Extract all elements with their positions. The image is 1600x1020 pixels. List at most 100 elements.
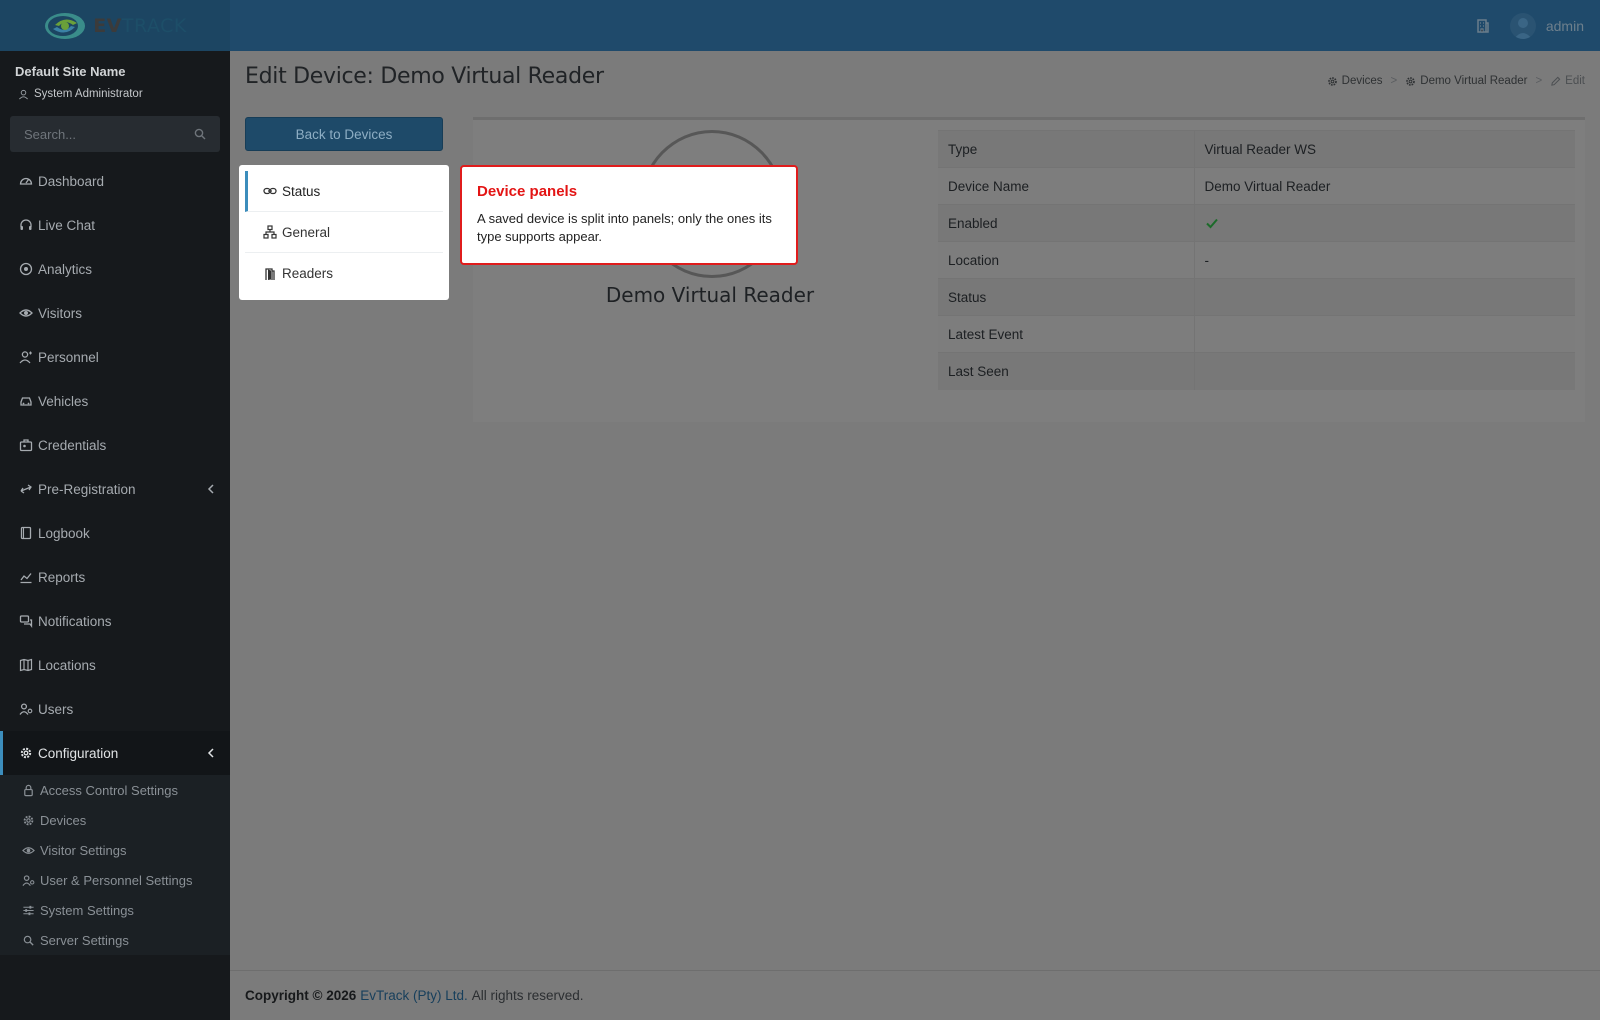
lock-icon bbox=[24, 784, 33, 796]
breadcrumb-edit: Edit bbox=[1550, 75, 1585, 87]
sidebar-search bbox=[10, 116, 220, 152]
sidebar-item-label: Visitors bbox=[38, 305, 83, 321]
table-row: Latest Event bbox=[938, 315, 1575, 353]
row-value: Demo Virtual Reader bbox=[1194, 167, 1575, 205]
sidebar-item-users[interactable]: Users bbox=[0, 687, 230, 731]
table-row: Enabled bbox=[938, 204, 1575, 242]
sidebar-item-configuration[interactable]: Configuration bbox=[0, 731, 230, 775]
breadcrumb: Devices > Demo Virtual Reader > Edit bbox=[1327, 75, 1585, 87]
submenu-access-control-settings[interactable]: Access Control Settings bbox=[0, 775, 230, 805]
sidebar: Default Site Name System Administrator D… bbox=[0, 51, 230, 1020]
table-row: Type Virtual Reader WS bbox=[938, 130, 1575, 168]
row-key: Type bbox=[938, 130, 1195, 168]
person-icon bbox=[19, 89, 28, 99]
submenu-label: Server Settings bbox=[40, 932, 129, 948]
gear-icon bbox=[23, 815, 34, 825]
submenu-user-personnel-settings[interactable]: User & Personnel Settings bbox=[0, 865, 230, 895]
callout-body: A saved device is split into panels; onl… bbox=[477, 211, 772, 245]
eye-icon bbox=[19, 309, 33, 317]
gear-icon bbox=[1406, 76, 1416, 86]
row-value: Virtual Reader WS bbox=[1194, 130, 1575, 168]
submenu-system-settings[interactable]: System Settings bbox=[0, 895, 230, 925]
chevron-left-icon bbox=[207, 748, 214, 758]
users-icon bbox=[19, 703, 33, 715]
sidebar-item-vehicles[interactable]: Vehicles bbox=[0, 379, 230, 423]
users-icon bbox=[22, 874, 35, 886]
eye-icon bbox=[22, 846, 35, 854]
sidebar-item-credentials[interactable]: Credentials bbox=[0, 423, 230, 467]
gear-icon bbox=[1327, 76, 1337, 86]
row-value bbox=[1194, 204, 1575, 242]
tab-general[interactable]: General bbox=[245, 212, 443, 253]
table-row: Location - bbox=[938, 241, 1575, 279]
sidebar-item-locations[interactable]: Locations bbox=[0, 643, 230, 687]
chart-icon bbox=[20, 573, 32, 584]
submenu-visitor-settings[interactable]: Visitor Settings bbox=[0, 835, 230, 865]
breadcrumb-separator: > bbox=[1535, 75, 1543, 87]
sidebar-item-label: Locations bbox=[38, 657, 96, 673]
footer-copyright: Copyright © 2026 bbox=[245, 988, 357, 1003]
breadcrumb-separator: > bbox=[1390, 75, 1398, 87]
submenu-label: Visitor Settings bbox=[40, 842, 127, 858]
chevron-left-icon bbox=[207, 484, 214, 494]
submenu-devices[interactable]: Devices bbox=[0, 805, 230, 835]
breadcrumb-device[interactable]: Demo Virtual Reader bbox=[1405, 75, 1527, 87]
back-to-devices-button[interactable]: Back to Devices bbox=[245, 117, 443, 151]
user-role: System Administrator bbox=[18, 88, 143, 100]
footer: Copyright © 2026 EvTrack (Pty) Ltd. All … bbox=[230, 970, 1600, 1020]
sidebar-item-personnel[interactable]: Personnel bbox=[0, 335, 230, 379]
tab-readers[interactable]: Readers bbox=[245, 253, 443, 294]
footer-rights: All rights reserved. bbox=[471, 988, 584, 1003]
table-row: Last Seen bbox=[938, 352, 1575, 390]
sidebar-item-dashboard[interactable]: Dashboard bbox=[0, 159, 230, 203]
breadcrumb-devices[interactable]: Devices bbox=[1327, 75, 1383, 87]
submenu-label: Devices bbox=[40, 812, 87, 828]
logo-mark-icon bbox=[45, 12, 86, 39]
device-status-table: Type Virtual Reader WS Device Name Demo … bbox=[938, 130, 1575, 390]
building-icon[interactable] bbox=[1474, 17, 1492, 35]
logo-text: EVTRACK bbox=[93, 14, 187, 37]
page-title: Edit Device: Demo Virtual Reader bbox=[245, 64, 604, 89]
user-menu[interactable]: admin bbox=[1509, 12, 1584, 39]
sliders-icon bbox=[23, 905, 34, 915]
target-icon bbox=[19, 262, 33, 276]
person-icon bbox=[19, 351, 32, 364]
config-submenu: Access Control Settings Devices Visitor … bbox=[0, 775, 230, 955]
sidebar-item-visitors[interactable]: Visitors bbox=[0, 291, 230, 335]
site-name: Default Site Name bbox=[15, 64, 126, 79]
row-key: Device Name bbox=[938, 167, 1195, 205]
sidebar-item-logbook[interactable]: Logbook bbox=[0, 511, 230, 555]
link-icon bbox=[263, 187, 277, 195]
sidebar-item-label: Reports bbox=[38, 569, 86, 585]
sidebar-item-live-chat[interactable]: Live Chat bbox=[0, 203, 230, 247]
sidebar-item-analytics[interactable]: Analytics bbox=[0, 247, 230, 291]
table-row: Device Name Demo Virtual Reader bbox=[938, 167, 1575, 205]
row-key: Last Seen bbox=[938, 352, 1195, 390]
car-icon bbox=[20, 397, 32, 406]
logo[interactable]: EVTRACK bbox=[0, 0, 230, 51]
sidebar-item-reports[interactable]: Reports bbox=[0, 555, 230, 599]
search-input[interactable] bbox=[24, 126, 174, 142]
footer-company-link[interactable]: EvTrack (Pty) Ltd. bbox=[360, 988, 468, 1003]
submenu-server-settings[interactable]: Server Settings bbox=[0, 925, 230, 955]
tab-status[interactable]: Status bbox=[245, 171, 443, 212]
sidebar-item-label: Credentials bbox=[38, 437, 107, 453]
row-key: Latest Event bbox=[938, 315, 1195, 353]
submenu-label: System Settings bbox=[40, 902, 134, 918]
row-value bbox=[1194, 352, 1575, 390]
door-icon bbox=[265, 267, 275, 280]
chat-icon bbox=[19, 615, 33, 628]
sidebar-item-label: Dashboard bbox=[38, 173, 105, 189]
search-icon[interactable] bbox=[194, 128, 206, 140]
sidebar-item-label: Configuration bbox=[38, 745, 119, 761]
device-name-heading: Demo Virtual Reader bbox=[605, 283, 815, 307]
sidebar-item-label: Live Chat bbox=[38, 217, 96, 233]
dashboard-icon bbox=[19, 177, 33, 185]
sidebar-item-notifications[interactable]: Notifications bbox=[0, 599, 230, 643]
headset-icon bbox=[20, 219, 32, 230]
row-value bbox=[1194, 278, 1575, 316]
sidebar-item-pre-registration[interactable]: Pre-Registration bbox=[0, 467, 230, 511]
server-icon bbox=[23, 935, 34, 946]
credential-icon bbox=[19, 439, 33, 452]
username: admin bbox=[1545, 17, 1584, 34]
